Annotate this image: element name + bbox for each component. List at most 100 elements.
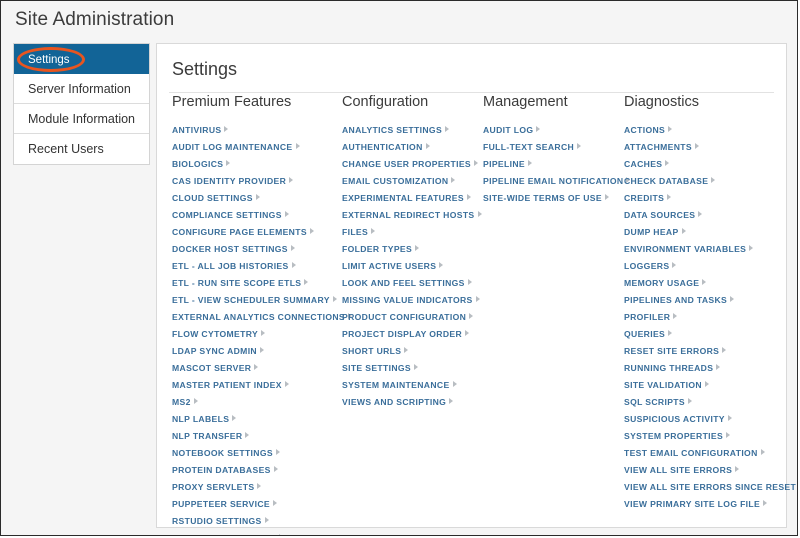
settings-link[interactable]: AUDIT LOG MAINTENANCE <box>172 142 293 152</box>
settings-link[interactable]: LIMIT ACTIVE USERS <box>342 261 436 271</box>
settings-link[interactable]: BIOLOGICS <box>172 159 223 169</box>
settings-link[interactable]: FILES <box>342 227 368 237</box>
settings-link[interactable]: EXTERNAL ANALYTICS CONNECTIONS <box>172 312 345 322</box>
settings-link[interactable]: PROXY SERVLETS <box>172 482 254 492</box>
settings-link[interactable]: ACTIONS <box>624 125 665 135</box>
settings-link[interactable]: SQL SCRIPTS <box>624 397 685 407</box>
settings-link-list: AUDIT LOG FULL-TEXT SEARCH PIPELINE PIPELIN… <box>483 121 631 206</box>
settings-link[interactable]: SITE-WIDE TERMS OF USE <box>483 193 602 203</box>
settings-link[interactable]: CHECK DATABASE <box>624 176 708 186</box>
chevron-right-icon <box>577 143 582 149</box>
sidebar-item-server-information[interactable]: Server Information <box>14 74 149 104</box>
settings-link[interactable]: NLP LABELS <box>172 414 229 424</box>
list-item: AUTHENTICATION <box>342 138 482 155</box>
settings-link[interactable]: NOTEBOOK SETTINGS <box>172 448 273 458</box>
settings-link[interactable]: PRODUCT CONFIGURATION <box>342 312 466 322</box>
settings-link[interactable]: EXPERIMENTAL FEATURES <box>342 193 464 203</box>
chevron-right-icon <box>465 330 470 336</box>
list-item: QUERIES <box>624 325 784 342</box>
list-item: PROTEIN DATABASES <box>172 461 342 478</box>
settings-link[interactable]: SYSTEM PROPERTIES <box>624 431 723 441</box>
settings-link[interactable]: QUERIES <box>624 329 665 339</box>
sidebar-item-module-information[interactable]: Module Information <box>14 104 149 134</box>
settings-link[interactable]: SHORT URLS <box>342 346 401 356</box>
settings-link[interactable]: PIPELINES AND TASKS <box>624 295 727 305</box>
settings-link[interactable]: STARTUP PROPERTIES <box>172 533 276 535</box>
settings-link[interactable]: FOLDER TYPES <box>342 244 412 254</box>
settings-link[interactable]: ANALYTICS SETTINGS <box>342 125 442 135</box>
settings-link[interactable]: SYSTEM MAINTENANCE <box>342 380 450 390</box>
settings-link[interactable]: MS2 <box>172 397 191 407</box>
settings-link[interactable]: PIPELINE <box>483 159 525 169</box>
settings-link[interactable]: SITE VALIDATION <box>624 380 702 390</box>
sidebar-nav: Settings Server Information Module Informa… <box>13 43 150 165</box>
list-item: SYSTEM MAINTENANCE <box>342 376 482 393</box>
settings-link[interactable]: CAS IDENTITY PROVIDER <box>172 176 286 186</box>
chevron-right-icon <box>439 262 444 268</box>
settings-link[interactable]: PROTEIN DATABASES <box>172 465 271 475</box>
settings-link[interactable]: MEMORY USAGE <box>624 278 699 288</box>
settings-link[interactable]: AUTHENTICATION <box>342 142 423 152</box>
settings-link[interactable]: ATTACHMENTS <box>624 142 692 152</box>
settings-link[interactable]: FLOW CYTOMETRY <box>172 329 258 339</box>
sidebar-item-settings[interactable]: Settings <box>14 44 149 74</box>
chevron-right-icon <box>702 279 707 285</box>
settings-link[interactable]: DATA SOURCES <box>624 210 695 220</box>
settings-link[interactable]: EMAIL CUSTOMIZATION <box>342 176 448 186</box>
settings-link[interactable]: CACHES <box>624 159 662 169</box>
settings-link[interactable]: RSTUDIO SETTINGS <box>172 516 262 526</box>
settings-link[interactable]: TEST EMAIL CONFIGURATION <box>624 448 758 458</box>
chevron-right-icon <box>415 245 420 251</box>
settings-link[interactable]: VIEW PRIMARY SITE LOG FILE <box>624 499 760 509</box>
settings-link[interactable]: LDAP SYNC ADMIN <box>172 346 257 356</box>
chevron-right-icon <box>688 398 692 404</box>
settings-link[interactable]: RUNNING THREADS <box>624 363 713 373</box>
settings-link[interactable]: DUMP HEAP <box>624 227 679 237</box>
settings-link[interactable]: MISSING VALUE INDICATORS <box>342 295 473 305</box>
chevron-right-icon <box>226 160 231 166</box>
settings-link[interactable]: VIEW ALL SITE ERRORS <box>624 465 732 475</box>
list-item: ETL - VIEW SCHEDULER SUMMARY <box>172 291 342 308</box>
settings-link[interactable]: ETL - VIEW SCHEDULER SUMMARY <box>172 295 330 305</box>
settings-link[interactable]: PROFILER <box>624 312 670 322</box>
settings-link[interactable]: LOGGERS <box>624 261 669 271</box>
settings-link[interactable]: ETL - ALL JOB HISTORIES <box>172 261 289 271</box>
settings-link-list: ANTIVIRUS AUDIT LOG MAINTENANCE BIOLOGICS C… <box>172 121 352 535</box>
list-item: FILES <box>342 223 482 240</box>
settings-link[interactable]: AUDIT LOG <box>483 125 533 135</box>
settings-link[interactable]: PUPPETEER SERVICE <box>172 499 270 509</box>
settings-link[interactable]: SUSPICIOUS ACTIVITY <box>624 414 725 424</box>
settings-link[interactable]: VIEW ALL SITE ERRORS SINCE RESET <box>624 482 796 492</box>
column-title: Premium Features <box>172 94 292 110</box>
settings-link[interactable]: CHANGE USER PROPERTIES <box>342 159 471 169</box>
settings-link[interactable]: NLP TRANSFER <box>172 431 242 441</box>
chevron-right-icon <box>727 415 732 421</box>
settings-link[interactable]: CLOUD SETTINGS <box>172 193 253 203</box>
settings-link[interactable]: MASCOT SERVER <box>172 363 251 373</box>
settings-link[interactable]: VIEWS AND SCRIPTING <box>342 397 446 407</box>
chevron-right-icon <box>681 228 686 234</box>
settings-link[interactable]: RESET SITE ERRORS <box>624 346 719 356</box>
sidebar-item-recent-users[interactable]: Recent Users <box>14 134 149 164</box>
settings-link[interactable]: MASTER PATIENT INDEX <box>172 380 282 390</box>
list-item: CREDITS <box>624 189 784 206</box>
settings-link[interactable]: SITE SETTINGS <box>342 363 411 373</box>
settings-link[interactable]: DOCKER HOST SETTINGS <box>172 244 288 254</box>
settings-link[interactable]: LOOK AND FEEL SETTINGS <box>342 278 465 288</box>
list-item: LDAP SYNC ADMIN <box>172 342 342 359</box>
settings-link[interactable]: COMPLIANCE SETTINGS <box>172 210 282 220</box>
chevron-right-icon <box>232 415 237 421</box>
settings-link[interactable]: EXTERNAL REDIRECT HOSTS <box>342 210 475 220</box>
list-item: RESET SITE ERRORS <box>624 342 784 359</box>
settings-link[interactable]: ANTIVIRUS <box>172 125 221 135</box>
settings-link[interactable]: FULL-TEXT SEARCH <box>483 142 574 152</box>
settings-link[interactable]: PROJECT DISPLAY ORDER <box>342 329 462 339</box>
settings-link[interactable]: CREDITS <box>624 193 664 203</box>
settings-link[interactable]: ETL - RUN SITE SCOPE ETLS <box>172 278 301 288</box>
settings-link[interactable]: CONFIGURE PAGE ELEMENTS <box>172 227 307 237</box>
chevron-right-icon <box>527 160 532 166</box>
settings-link[interactable]: PIPELINE EMAIL NOTIFICATION <box>483 176 623 186</box>
settings-link[interactable]: ENVIRONMENT VARIABLES <box>624 244 746 254</box>
chevron-right-icon <box>332 296 337 302</box>
list-item: ANTIVIRUS <box>172 121 342 138</box>
